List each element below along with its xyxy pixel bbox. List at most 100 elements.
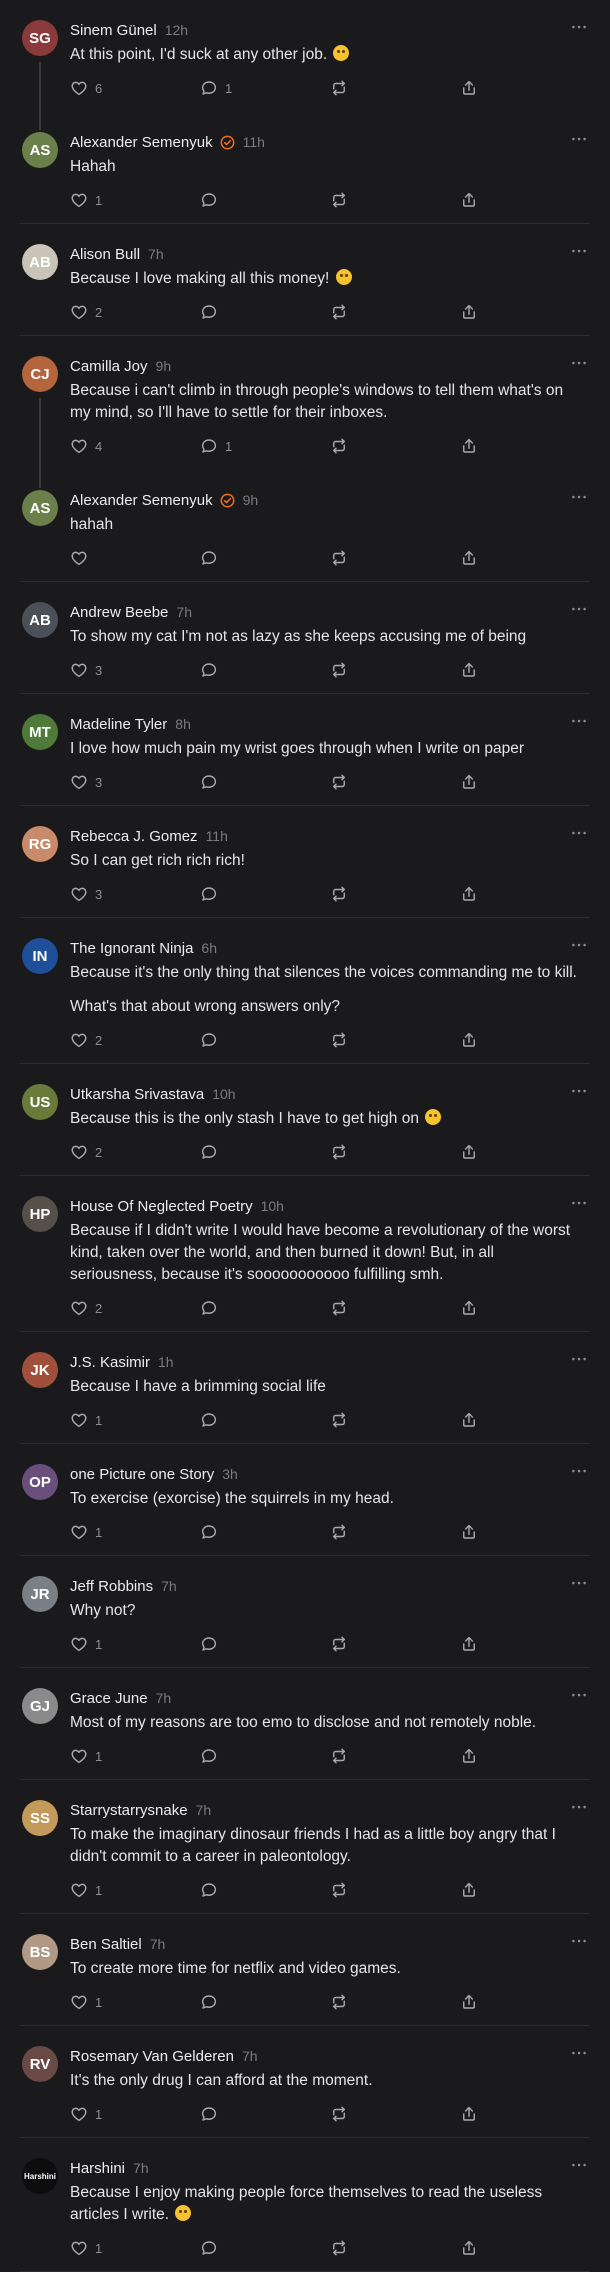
reply-button[interactable] <box>200 882 218 906</box>
timestamp[interactable]: 7h <box>242 2048 258 2064</box>
ellipsis-icon[interactable] <box>568 488 590 506</box>
author-name[interactable]: Alison Bull <box>70 246 140 263</box>
share-button[interactable] <box>460 188 478 212</box>
avatar[interactable]: AB <box>22 602 58 638</box>
restack-button[interactable] <box>330 1878 348 1902</box>
avatar[interactable]: CJ <box>22 356 58 392</box>
ellipsis-icon[interactable] <box>568 936 590 954</box>
restack-button[interactable] <box>330 546 348 570</box>
author-name[interactable]: Rebecca J. Gomez <box>70 828 198 845</box>
restack-button[interactable] <box>330 1632 348 1656</box>
like-button[interactable]: 3 <box>70 770 102 794</box>
avatar[interactable]: MT <box>22 714 58 750</box>
author-name[interactable]: Alexander Semenyuk <box>70 492 213 509</box>
avatar[interactable]: SS <box>22 1800 58 1836</box>
reply-button[interactable] <box>200 658 218 682</box>
reply-button[interactable] <box>200 1878 218 1902</box>
reply-button[interactable] <box>200 1990 218 2014</box>
avatar[interactable]: RG <box>22 826 58 862</box>
share-button[interactable] <box>460 658 478 682</box>
avatar[interactable]: AB <box>22 244 58 280</box>
reply-button[interactable] <box>200 1744 218 1768</box>
timestamp[interactable]: 3h <box>222 1466 238 1482</box>
ellipsis-icon[interactable] <box>568 1798 590 1816</box>
like-button[interactable]: 1 <box>70 1632 102 1656</box>
like-button[interactable]: 1 <box>70 1520 102 1544</box>
ellipsis-icon[interactable] <box>568 712 590 730</box>
restack-button[interactable] <box>330 1520 348 1544</box>
ellipsis-icon[interactable] <box>568 18 590 36</box>
avatar[interactable]: JR <box>22 1576 58 1612</box>
avatar[interactable]: Harshini <box>22 2158 58 2194</box>
restack-button[interactable] <box>330 2236 348 2260</box>
reply-button[interactable] <box>200 2102 218 2126</box>
like-button[interactable]: 2 <box>70 1296 102 1320</box>
restack-button[interactable] <box>330 188 348 212</box>
like-button[interactable]: 1 <box>70 2236 102 2260</box>
timestamp[interactable]: 7h <box>156 1690 172 1706</box>
share-button[interactable] <box>460 770 478 794</box>
ellipsis-icon[interactable] <box>568 130 590 148</box>
reply-button[interactable]: 1 <box>200 434 232 458</box>
reply-button[interactable] <box>200 2236 218 2260</box>
restack-button[interactable] <box>330 1990 348 2014</box>
avatar[interactable]: RV <box>22 2046 58 2082</box>
restack-button[interactable] <box>330 1408 348 1432</box>
timestamp[interactable]: 7h <box>176 604 192 620</box>
share-button[interactable] <box>460 1296 478 1320</box>
timestamp[interactable]: 8h <box>175 716 191 732</box>
share-button[interactable] <box>460 2236 478 2260</box>
share-button[interactable] <box>460 1408 478 1432</box>
timestamp[interactable]: 7h <box>196 1802 212 1818</box>
avatar[interactable]: BS <box>22 1934 58 1970</box>
restack-button[interactable] <box>330 1744 348 1768</box>
avatar[interactable]: GJ <box>22 1688 58 1724</box>
avatar[interactable]: HP <box>22 1196 58 1232</box>
timestamp[interactable]: 7h <box>148 246 164 262</box>
timestamp[interactable]: 11h <box>206 828 228 844</box>
reply-button[interactable] <box>200 188 218 212</box>
timestamp[interactable]: 7h <box>161 1578 177 1594</box>
avatar[interactable]: OP <box>22 1464 58 1500</box>
restack-button[interactable] <box>330 770 348 794</box>
timestamp[interactable]: 10h <box>212 1086 235 1102</box>
like-button[interactable]: 3 <box>70 658 102 682</box>
like-button[interactable]: 1 <box>70 2102 102 2126</box>
ellipsis-icon[interactable] <box>568 1462 590 1480</box>
timestamp[interactable]: 7h <box>150 1936 166 1952</box>
share-button[interactable] <box>460 546 478 570</box>
share-button[interactable] <box>460 882 478 906</box>
timestamp[interactable]: 7h <box>133 2160 149 2176</box>
timestamp[interactable]: 6h <box>201 940 217 956</box>
like-button[interactable]: 4 <box>70 434 102 458</box>
like-button[interactable]: 1 <box>70 1878 102 1902</box>
timestamp[interactable]: 10h <box>261 1198 284 1214</box>
reply-button[interactable] <box>200 1296 218 1320</box>
timestamp[interactable]: 9h <box>156 358 172 374</box>
share-button[interactable] <box>460 300 478 324</box>
timestamp[interactable]: 12h <box>165 22 188 38</box>
ellipsis-icon[interactable] <box>568 1350 590 1368</box>
restack-button[interactable] <box>330 882 348 906</box>
reply-button[interactable] <box>200 546 218 570</box>
reply-button[interactable] <box>200 300 218 324</box>
like-button[interactable]: 1 <box>70 1408 102 1432</box>
reply-button[interactable]: 1 <box>200 76 232 100</box>
share-button[interactable] <box>460 2102 478 2126</box>
like-button[interactable]: 2 <box>70 1028 102 1052</box>
ellipsis-icon[interactable] <box>568 824 590 842</box>
author-name[interactable]: Jeff Robbins <box>70 1578 153 1595</box>
restack-button[interactable] <box>330 1296 348 1320</box>
share-button[interactable] <box>460 1878 478 1902</box>
reply-button[interactable] <box>200 1408 218 1432</box>
timestamp[interactable]: 1h <box>158 1354 174 1370</box>
author-name[interactable]: House Of Neglected Poetry <box>70 1198 253 1215</box>
timestamp[interactable]: 9h <box>243 492 259 508</box>
ellipsis-icon[interactable] <box>568 1194 590 1212</box>
reply-button[interactable] <box>200 1140 218 1164</box>
share-button[interactable] <box>460 1632 478 1656</box>
ellipsis-icon[interactable] <box>568 1574 590 1592</box>
restack-button[interactable] <box>330 658 348 682</box>
avatar[interactable]: US <box>22 1084 58 1120</box>
reply-button[interactable] <box>200 1632 218 1656</box>
